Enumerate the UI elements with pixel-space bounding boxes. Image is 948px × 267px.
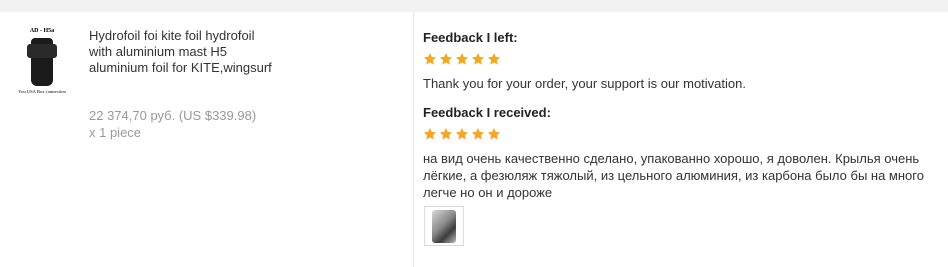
star-icon xyxy=(455,128,469,140)
product-price: 22 374,70 руб. (US $339.98) x 1 piece xyxy=(89,108,257,140)
star-icon xyxy=(423,53,437,65)
top-bar xyxy=(0,0,948,12)
feedback-left-text: Thank you for your order, your support i… xyxy=(423,76,746,91)
feedback-received-heading: Feedback I received: xyxy=(423,105,551,120)
star-icon xyxy=(471,53,485,65)
thumb-caption-text: You USA Box connection xyxy=(18,89,66,94)
star-icon xyxy=(455,53,469,65)
feedback-photo-thumbnail[interactable] xyxy=(424,206,464,246)
feedback-received-rating xyxy=(423,127,943,141)
product-thumbnail[interactable]: AD - H5a You USA Box connection xyxy=(13,28,71,98)
thumb-logo-text: AD - H5a xyxy=(29,28,55,34)
star-icon xyxy=(439,53,453,65)
star-icon xyxy=(471,128,485,140)
star-icon xyxy=(423,128,437,140)
product-image xyxy=(27,38,57,86)
feedback-received-text: на вид очень качественно сделано, упаков… xyxy=(423,151,924,200)
column-divider xyxy=(413,12,414,267)
product-title-link[interactable]: Hydrofoil foi kite foil hydrofoil with a… xyxy=(89,28,279,76)
star-icon xyxy=(487,53,501,65)
star-icon xyxy=(439,128,453,140)
feedback-received-section: Feedback I received: на вид очень качест… xyxy=(423,105,943,201)
feedback-left-rating xyxy=(423,52,943,66)
feedback-left-heading: Feedback I left: xyxy=(423,30,518,45)
feedback-left-section: Feedback I left: Thank you for your orde… xyxy=(423,30,943,92)
star-icon xyxy=(487,128,501,140)
feedback-photo-image xyxy=(432,210,456,243)
